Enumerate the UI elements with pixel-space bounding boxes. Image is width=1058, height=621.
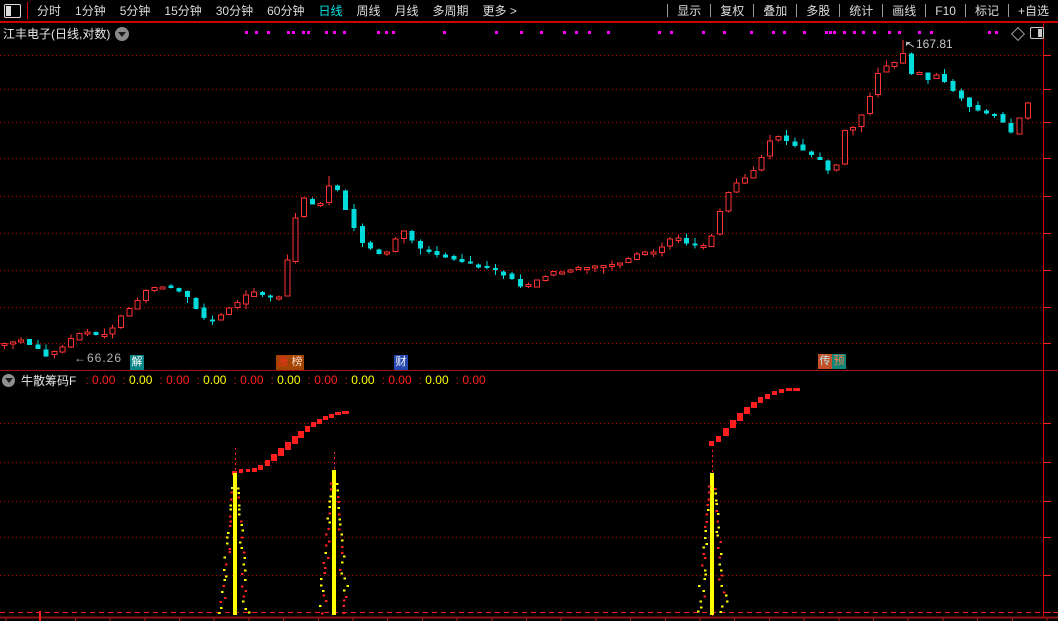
menu-divider — [27, 2, 28, 19]
indicator-name: 牛散筹码F — [21, 373, 77, 388]
indicator-value-4: : 0.00 — [233, 373, 264, 387]
indicator-value-2: : 0.00 — [159, 373, 190, 387]
indicator-value-8: : 0.00 — [381, 373, 412, 387]
tool-item-8[interactable]: +自选 — [1009, 2, 1058, 19]
low-price-label: ←66.26 — [74, 351, 123, 365]
badge-char: 涨 — [276, 355, 290, 370]
menu-item-1[interactable]: 1分钟 — [75, 2, 106, 19]
menu-item-3[interactable]: 15分钟 — [164, 2, 201, 19]
menu-item-4[interactable]: 30分钟 — [216, 2, 253, 19]
menu-item-10[interactable]: 更多 > — [483, 2, 517, 19]
indicator-value-9: : 0.00 — [418, 373, 449, 387]
badge-notice-b[interactable]: 预 — [832, 354, 846, 369]
menu-item-2[interactable]: 5分钟 — [120, 2, 151, 19]
tool-item-1[interactable]: 复权 — [711, 2, 753, 19]
period-menu: 分时 1分钟 5分钟 15分钟 30分钟 60分钟 日线 周线 月线 多周期 更多 > — [37, 2, 517, 19]
indicator-header: 牛散筹码F : 0.00: 0.00: 0.00: 0.00: 0.00: 0.… — [2, 372, 486, 388]
badge-finance[interactable]: 财 — [394, 355, 408, 370]
indicator-values: : 0.00 : 0.00 : 0.00 : 0.00 : 0.00 : 0.00 : 0.… — [78, 373, 485, 387]
symbol-title: 江丰电子(日线,对数) — [3, 27, 111, 41]
badge-char: 解 — [130, 355, 144, 370]
menu-item-0[interactable]: 分时 — [37, 2, 61, 19]
menu-item-9[interactable]: 多周期 — [433, 2, 469, 19]
tool-item-2[interactable]: 叠加 — [754, 2, 796, 19]
tool-item-6[interactable]: F10 — [926, 4, 965, 18]
window-layout-icon[interactable] — [4, 3, 21, 18]
chart-header: 江丰电子(日线,对数) — [3, 25, 130, 42]
badge-gain-list[interactable]: 涨榜 — [276, 355, 304, 370]
indicator-value-3: : 0.00 — [196, 373, 227, 387]
menu-item-6[interactable]: 日线 — [318, 2, 342, 19]
menu-item-5[interactable]: 60分钟 — [267, 2, 304, 19]
badge-unlock[interactable]: 解 — [130, 355, 144, 370]
menu-item-8[interactable]: 月线 — [395, 2, 419, 19]
badge-char: 榜 — [290, 355, 304, 370]
indicator-value-6: : 0.00 — [307, 373, 338, 387]
indicator-value-7: : 0.00 — [344, 373, 375, 387]
indicator-value-1: : 0.00 — [122, 373, 153, 387]
tool-item-0[interactable]: 显示 — [668, 2, 710, 19]
indicator-value-10: : 0.00 — [455, 373, 486, 387]
badge-char: 财 — [394, 355, 408, 370]
chevron-down-icon[interactable] — [2, 373, 15, 387]
tool-item-5[interactable]: 画线 — [883, 2, 925, 19]
panel-separator — [0, 370, 1058, 371]
indicator-value-0: : 0.00 — [85, 373, 116, 387]
chevron-down-icon[interactable] — [115, 26, 130, 41]
tool-item-7[interactable]: 标记 — [966, 2, 1008, 19]
split-view-icon[interactable] — [1030, 27, 1044, 39]
tool-item-4[interactable]: 统计 — [840, 2, 882, 19]
tool-item-3[interactable]: 多股 — [797, 2, 839, 19]
chart-canvas[interactable] — [0, 0, 1058, 621]
badge-notice-a[interactable]: 传 — [818, 354, 832, 369]
badge-char: 传 — [818, 354, 832, 369]
menu-item-7[interactable]: 周线 — [356, 2, 380, 19]
high-price-label: 167.81 — [916, 37, 953, 51]
indicator-value-5: : 0.00 — [270, 373, 301, 387]
tools-menu: 显示 复权 叠加 多股 统计 画线 F10 标记 +自选 — [667, 0, 1058, 21]
top-menu-bar: 分时 1分钟 5分钟 15分钟 30分钟 60分钟 日线 周线 月线 多周期 更多 > 显示 复权 叠加… — [0, 0, 1058, 23]
badge-char: 预 — [832, 354, 846, 369]
